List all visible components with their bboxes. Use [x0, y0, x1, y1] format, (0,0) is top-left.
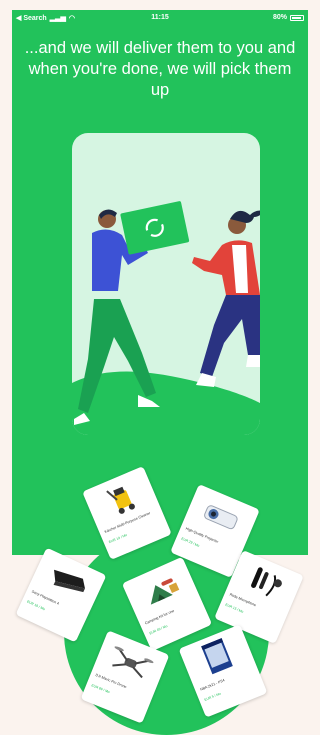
illustration-card — [72, 133, 260, 435]
headline: ...and we will deliver them to you and w… — [24, 39, 296, 99]
console-icon — [34, 553, 100, 609]
battery-percent: 80% — [272, 14, 287, 21]
battery-icon — [290, 14, 304, 21]
status-time: 11:15 — [151, 14, 169, 21]
phone-screen: ◀ Search ▂▃▅ ◠ 11:15 80% ...and we will … — [12, 10, 308, 555]
delivery-illustration — [72, 201, 260, 435]
status-bar: ◀ Search ▂▃▅ ◠ 11:15 80% — [12, 10, 308, 26]
